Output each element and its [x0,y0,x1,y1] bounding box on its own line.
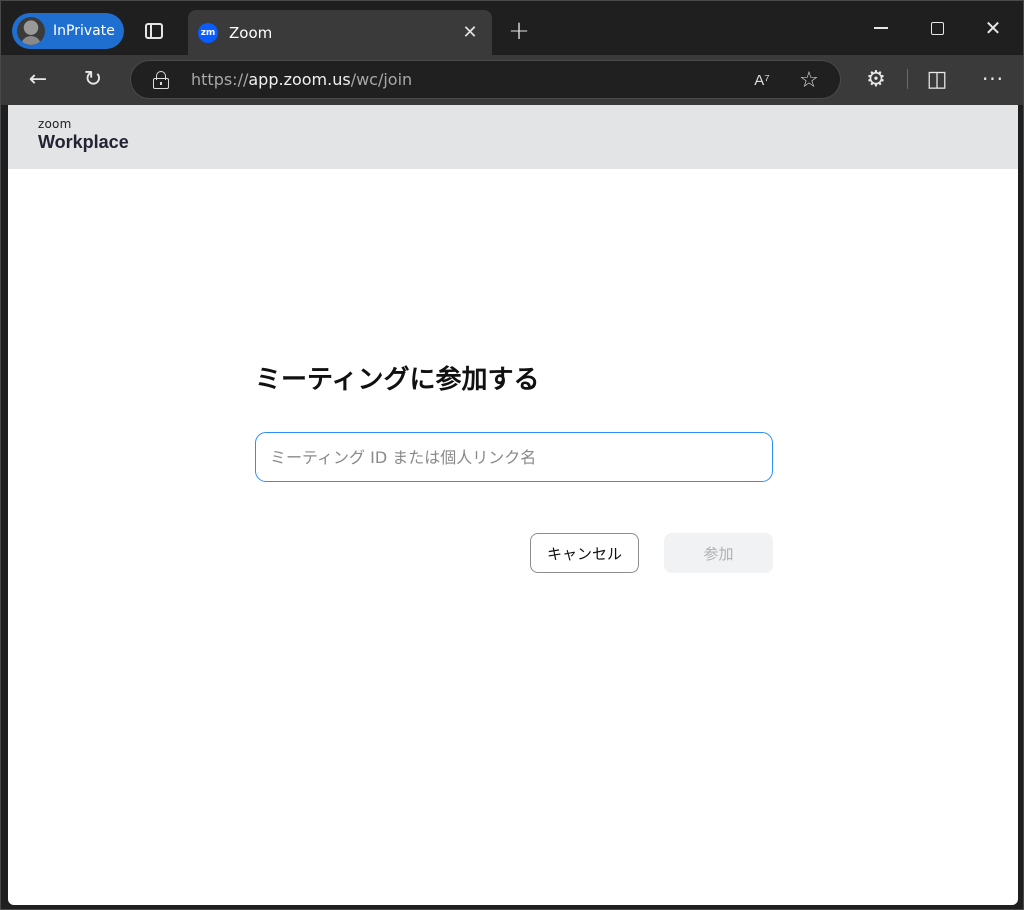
split-screen-button[interactable]: ◫ [919,61,955,97]
url-text[interactable]: https://app.zoom.us/wc/join [191,70,412,89]
meeting-id-input[interactable] [255,432,773,482]
maximize-icon [930,21,944,35]
join-button[interactable]: 参加 [664,533,773,573]
profile-label: InPrivate [53,23,115,39]
tab-strip: InPrivate zm Zoom ✕ + ✕ [1,1,1023,55]
url-scheme: https:// [191,70,249,89]
new-tab-button[interactable]: + [504,16,534,46]
back-button[interactable]: ← [20,61,56,97]
browser-window: InPrivate zm Zoom ✕ + ✕ ← ↻ https://app.… [0,0,1024,910]
favorite-star-icon[interactable]: ☆ [795,66,823,94]
toolbar-divider [907,69,908,89]
back-icon: ← [28,66,48,92]
close-icon: ✕ [984,16,1002,40]
zoom-header: zoom Workplace [8,105,1018,169]
tab-actions-button[interactable] [139,17,169,45]
browser-toolbar: ← ↻ https://app.zoom.us/wc/join A⁷ ☆ ⚙ ◫… [1,55,1023,105]
url-path: /wc/join [350,70,413,89]
lock-icon[interactable] [153,71,169,89]
page-title: ミーティングに参加する [255,365,540,395]
address-bar[interactable]: https://app.zoom.us/wc/join A⁷ ☆ [130,60,841,99]
maximize-button[interactable] [909,11,965,45]
inprivate-profile-button[interactable]: InPrivate [12,13,124,49]
page-content: zoom Workplace ミーティングに参加する キャンセル 参加 [8,105,1018,905]
close-window-button[interactable]: ✕ [965,11,1021,45]
reload-icon: ↻ [83,66,103,92]
zoom-logo-text: zoom [38,117,72,131]
reload-button[interactable]: ↻ [75,61,111,97]
url-host: app.zoom.us [248,70,351,89]
tab-zoom[interactable]: zm Zoom ✕ [188,10,492,55]
extensions-icon: ⚙ [866,66,886,92]
workplace-logo-text: Workplace [38,132,129,152]
read-aloud-icon[interactable]: A⁷ [749,67,775,93]
zoom-favicon-icon: zm [198,22,218,43]
tab-title: Zoom [229,23,273,42]
tabs-icon [145,23,163,39]
extensions-button[interactable]: ⚙ [858,61,894,97]
cancel-button[interactable]: キャンセル [530,533,639,573]
minimize-button[interactable] [853,11,909,45]
tab-close-icon[interactable]: ✕ [456,19,484,47]
split-screen-icon: ◫ [926,66,948,92]
avatar [17,17,45,45]
more-menu-button[interactable]: ··· [975,61,1011,97]
more-icon: ··· [981,67,1005,91]
minimize-icon [874,27,888,29]
